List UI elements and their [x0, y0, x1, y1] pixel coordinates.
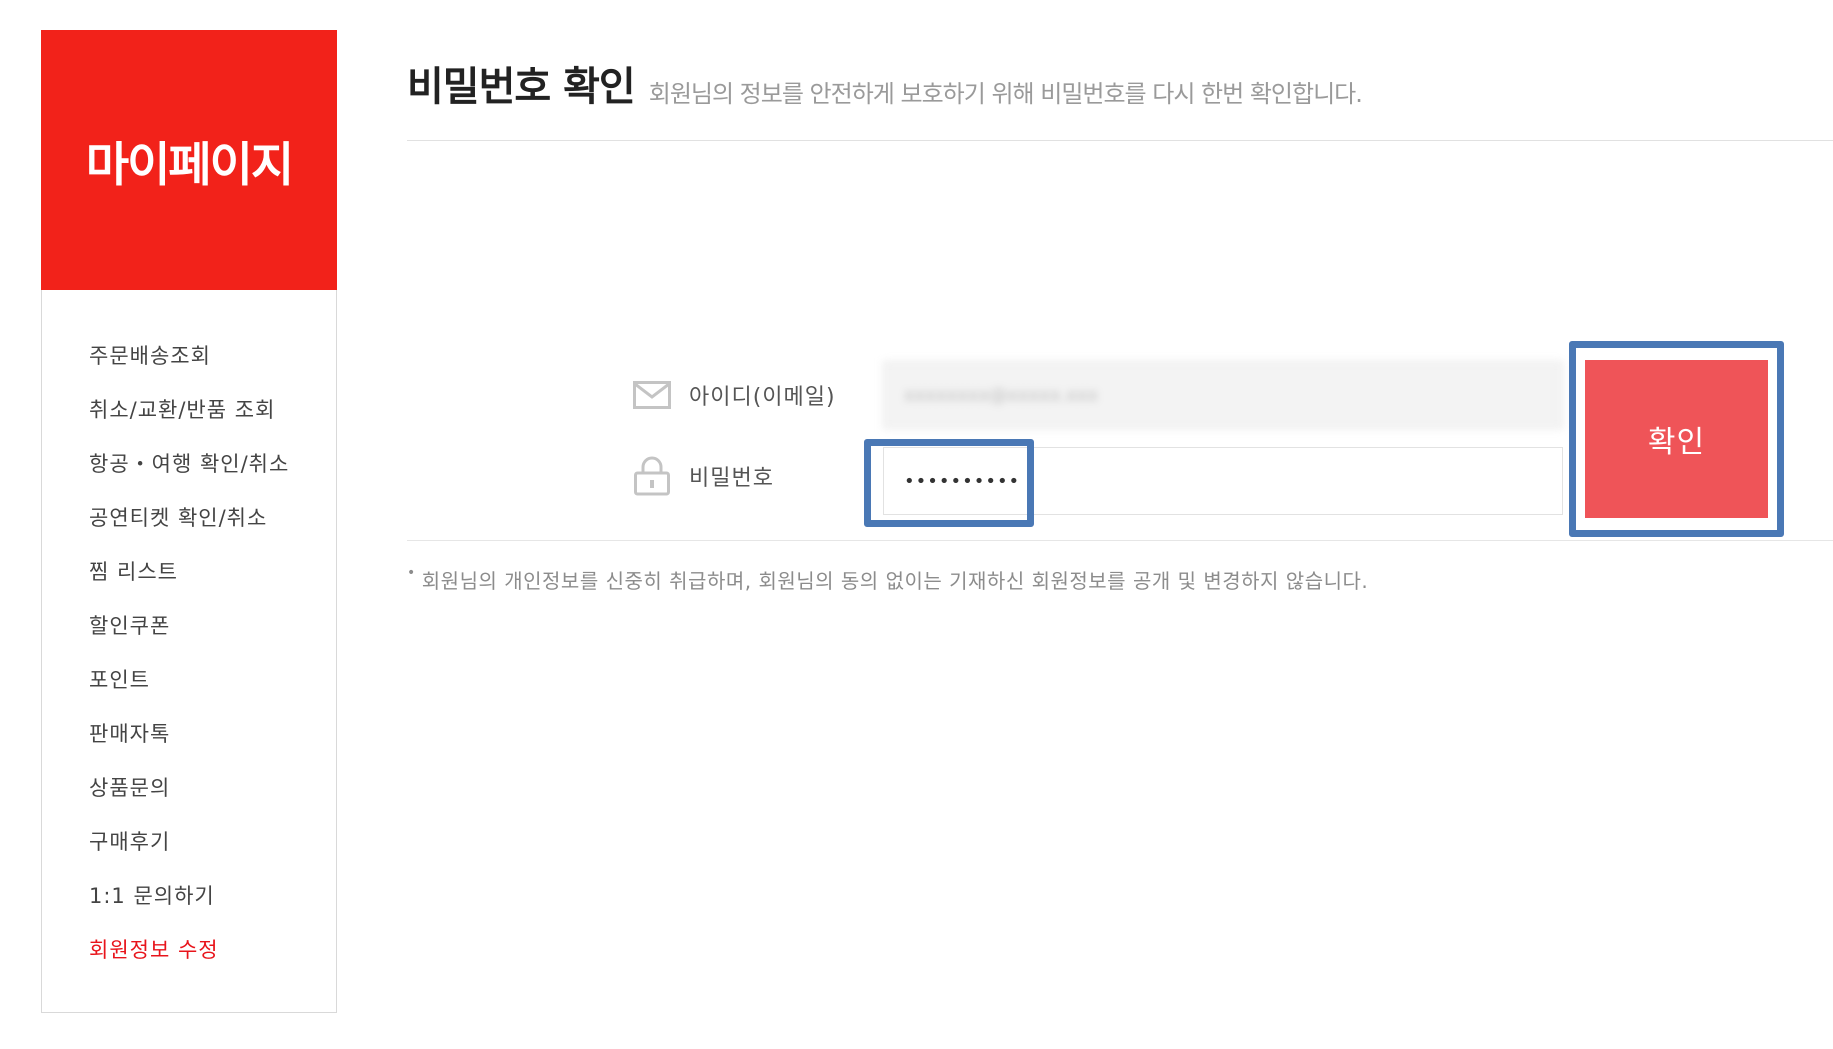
page-header: 비밀번호 확인 회원님의 정보를 안전하게 보호하기 위해 비밀번호를 다시 한… — [407, 30, 1833, 141]
id-email-input[interactable] — [883, 361, 1563, 429]
page-description: 회원님의 정보를 안전하게 보호하기 위해 비밀번호를 다시 한번 확인합니다. — [648, 80, 1363, 108]
password-highlight-box — [864, 439, 1034, 527]
sidebar-item-coupons[interactable]: 할인쿠폰 — [42, 598, 336, 652]
mypage-sidebar: 마이페이지 주문배송조회 취소/교환/반품 조회 항공・여행 확인/취소 공연티… — [41, 30, 337, 1013]
sidebar-item-points[interactable]: 포인트 — [42, 652, 336, 706]
password-label-text: 비밀번호 — [689, 466, 774, 491]
sidebar-item-one-to-one-inquiry[interactable]: 1:1 문의하기 — [42, 868, 336, 922]
sidebar-menu: 주문배송조회 취소/교환/반품 조회 항공・여행 확인/취소 공연티켓 확인/취… — [42, 290, 336, 976]
sidebar-item-edit-member-info[interactable]: 회원정보 수정 — [42, 922, 336, 976]
mail-icon — [633, 381, 671, 409]
sidebar-item-reviews[interactable]: 구매후기 — [42, 814, 336, 868]
password-confirm-form: 아이디(이메일) 비밀번호 확인 — [407, 141, 1833, 541]
password-field-label: 비밀번호 — [633, 456, 774, 496]
id-field-label: 아이디(이메일) — [633, 379, 836, 411]
lock-icon — [634, 456, 670, 496]
sidebar-item-cancel-exchange-return[interactable]: 취소/교환/반품 조회 — [42, 382, 336, 436]
sidebar-item-concert-ticket[interactable]: 공연티켓 확인/취소 — [42, 490, 336, 544]
sidebar-item-seller-talk[interactable]: 판매자톡 — [42, 706, 336, 760]
sidebar-item-wishlist[interactable]: 찜 리스트 — [42, 544, 336, 598]
sidebar-item-flight-travel[interactable]: 항공・여행 확인/취소 — [42, 436, 336, 490]
page-title: 비밀번호 확인 — [407, 64, 636, 110]
sidebar-header: 마이페이지 — [41, 30, 337, 290]
privacy-notice: • 회원님의 개인정보를 신중히 취급하며, 회원님의 동의 없이는 기재하신 회… — [407, 565, 1833, 594]
main-content: 비밀번호 확인 회원님의 정보를 안전하게 보호하기 위해 비밀번호를 다시 한… — [407, 30, 1833, 594]
notice-bullet: • — [407, 565, 416, 581]
privacy-notice-text: 회원님의 개인정보를 신중히 취급하며, 회원님의 동의 없이는 기재하신 회원… — [421, 569, 1369, 593]
confirm-highlight-box — [1569, 341, 1784, 537]
sidebar-title: 마이페이지 — [85, 137, 294, 193]
sidebar-item-product-inquiry[interactable]: 상품문의 — [42, 760, 336, 814]
sidebar-item-order-tracking[interactable]: 주문배송조회 — [42, 328, 336, 382]
id-label-text: 아이디(이메일) — [689, 385, 836, 410]
